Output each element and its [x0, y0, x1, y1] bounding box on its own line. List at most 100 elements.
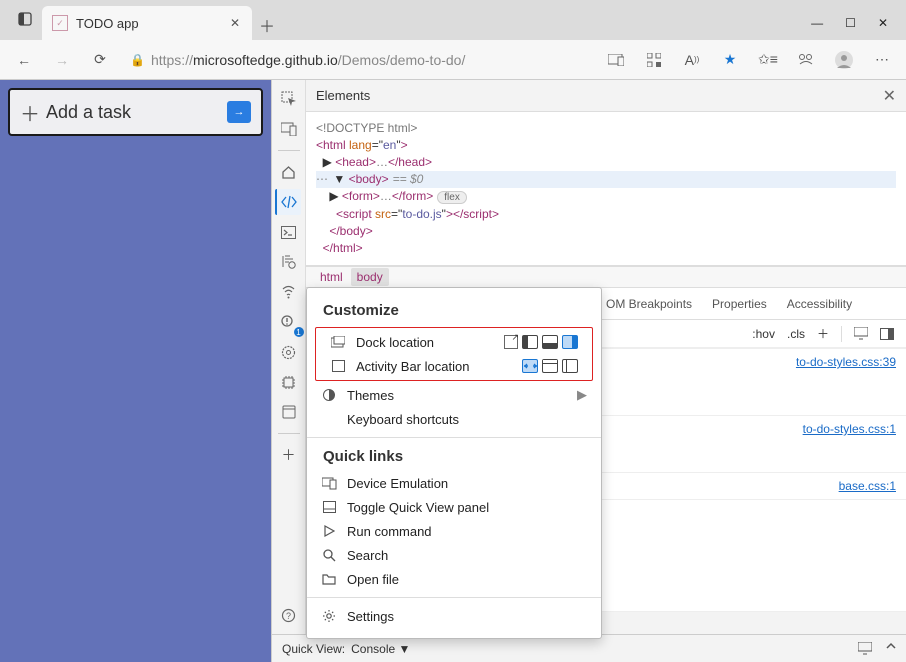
profile-icon[interactable] — [828, 44, 860, 76]
breadcrumb[interactable]: html body — [306, 266, 906, 288]
selected-dims: == $0 — [393, 171, 424, 188]
minimize-button[interactable]: — — [811, 16, 823, 30]
quick-links-heading: Quick links — [307, 444, 601, 471]
run-command-row[interactable]: Run command — [307, 519, 601, 543]
run-icon — [321, 523, 337, 539]
add-task-label: Add a task — [46, 102, 131, 123]
folder-icon — [321, 571, 337, 587]
device-icon — [321, 475, 337, 491]
back-button[interactable]: ← — [8, 44, 40, 76]
theme-icon — [321, 387, 337, 403]
dock-right-button[interactable] — [562, 335, 578, 349]
issues-tab-icon[interactable] — [276, 309, 302, 335]
read-aloud-icon[interactable]: A)) — [676, 44, 708, 76]
dom-tree[interactable]: <!DOCTYPE html> <html lang="en"> ▶ <head… — [306, 112, 906, 266]
search-icon — [321, 547, 337, 563]
hov-toggle[interactable]: :hov — [752, 327, 775, 341]
lock-icon: 🔒 — [130, 53, 145, 67]
panel-title: Elements — [316, 88, 370, 103]
qr-icon[interactable] — [638, 44, 670, 76]
tab-actions-icon[interactable] — [8, 2, 42, 36]
tab-properties[interactable]: Properties — [712, 297, 767, 311]
favorites-list-icon[interactable]: ✩≡ — [752, 44, 784, 76]
keyboard-shortcuts-row[interactable]: Keyboard shortcuts — [307, 407, 601, 431]
new-rule-icon[interactable]: ＋ — [817, 325, 829, 342]
url-text: https://microsoftedge.github.io/Demos/de… — [151, 52, 465, 68]
ab-mode-auto[interactable] — [522, 359, 538, 373]
maximize-button[interactable]: ☐ — [845, 16, 856, 30]
dock-icon — [330, 334, 346, 350]
favorite-button[interactable]: ★ — [714, 44, 746, 76]
tab-title: TODO app — [76, 16, 139, 31]
close-button[interactable]: ✕ — [878, 16, 888, 30]
performance-tab-icon[interactable] — [276, 339, 302, 365]
dock-undock-button[interactable] — [504, 335, 518, 349]
device-emulation-icon[interactable] — [276, 116, 302, 142]
submit-task-button[interactable]: → — [227, 101, 251, 123]
panel-close-icon[interactable]: ✕ — [883, 86, 896, 106]
quickview-selector[interactable]: Console ▼ — [351, 642, 410, 656]
search-row[interactable]: Search — [307, 543, 601, 567]
browser-toolbar: ← → ⟳ 🔒 https://microsoftedge.github.io/… — [0, 40, 906, 80]
device-emulation-row[interactable]: Device Emulation — [307, 471, 601, 495]
toggle-layout-icon[interactable] — [880, 328, 894, 340]
new-tab-button[interactable]: ＋ — [252, 10, 282, 40]
welcome-icon[interactable] — [276, 159, 302, 185]
dock-left-button[interactable] — [522, 335, 538, 349]
tab-close-icon[interactable]: ✕ — [228, 14, 242, 32]
quickview-panel-icon[interactable] — [858, 642, 872, 655]
inspect-icon[interactable] — [276, 86, 302, 112]
themes-row[interactable]: Themes ▶ — [307, 383, 601, 407]
ab-mode-top[interactable] — [542, 359, 558, 373]
plus-icon: ＋ — [20, 98, 40, 127]
styles-pane: OM Breakpoints Properties Accessibility … — [306, 288, 906, 611]
breadcrumb-body[interactable]: body — [351, 268, 389, 286]
customize-popup: Customize Dock location — [306, 287, 602, 639]
chevron-right-icon: ▶ — [577, 387, 587, 403]
dock-location-row[interactable]: Dock location — [316, 330, 592, 354]
elements-tab-icon[interactable] — [275, 189, 301, 215]
svg-text:?: ? — [286, 611, 291, 621]
panel-icon — [321, 499, 337, 515]
reload-button[interactable]: ⟳ — [84, 44, 116, 76]
tab-favicon-icon: ✓ — [52, 15, 68, 31]
ab-mode-left[interactable] — [562, 359, 578, 373]
console-tab-icon[interactable] — [276, 219, 302, 245]
collections-icon[interactable] — [790, 44, 822, 76]
flex-badge[interactable]: flex — [437, 191, 467, 204]
breadcrumb-html[interactable]: html — [314, 268, 349, 286]
help-icon[interactable]: ? — [276, 602, 302, 628]
activity-bar-location-row[interactable]: Activity Bar location — [316, 354, 592, 378]
window-titlebar: ✓ TODO app ✕ ＋ — ☐ ✕ — [0, 0, 906, 40]
menu-button[interactable]: ⋯ — [866, 44, 898, 76]
computed-icon[interactable] — [854, 327, 868, 340]
tab-dom-breakpoints[interactable]: OM Breakpoints — [606, 297, 692, 311]
gear-icon — [321, 608, 337, 624]
screen-icon[interactable] — [600, 44, 632, 76]
quickview-expand-icon[interactable] — [886, 642, 896, 655]
toggle-quick-view-row[interactable]: Toggle Quick View panel — [307, 495, 601, 519]
forward-button: → — [46, 44, 78, 76]
cls-toggle[interactable]: .cls — [787, 327, 805, 341]
dom-doctype: <!DOCTYPE html> — [316, 120, 896, 137]
devtools-panel: ＋ ? Elements ✕ <!DOCTYPE html> <html lan… — [271, 80, 906, 662]
memory-tab-icon[interactable] — [276, 369, 302, 395]
address-bar[interactable]: 🔒 https://microsoftedge.github.io/Demos/… — [122, 45, 594, 75]
panel-header: Elements ✕ — [306, 80, 906, 112]
sources-tab-icon[interactable] — [276, 249, 302, 275]
activity-bar: ＋ ? — [272, 80, 306, 634]
highlighted-region: Dock location Activity Bar — [315, 327, 593, 381]
network-tab-icon[interactable] — [276, 279, 302, 305]
open-file-row[interactable]: Open file — [307, 567, 601, 591]
application-tab-icon[interactable] — [276, 399, 302, 425]
more-tools-icon[interactable]: ＋ — [276, 442, 302, 468]
window-controls: — ☐ ✕ — [811, 16, 898, 40]
browser-tab[interactable]: ✓ TODO app ✕ — [42, 6, 252, 40]
quickview-label: Quick View: — [282, 642, 345, 656]
customize-heading: Customize — [307, 298, 601, 325]
dock-bottom-button[interactable] — [542, 335, 558, 349]
layout-icon — [330, 358, 346, 374]
add-task-card[interactable]: ＋ Add a task → — [8, 88, 263, 136]
settings-row[interactable]: Settings — [307, 604, 601, 628]
tab-accessibility[interactable]: Accessibility — [787, 297, 852, 311]
